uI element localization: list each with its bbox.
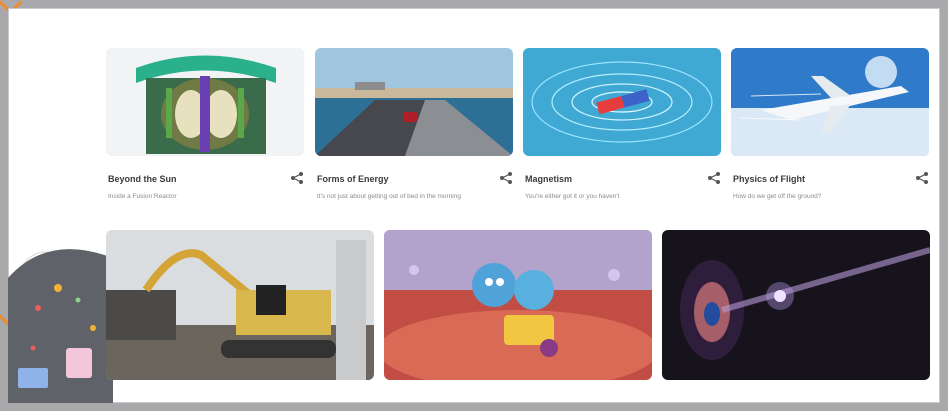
card-title[interactable]: Beyond the Sun bbox=[108, 174, 177, 184]
robot-characters-thumbnail[interactable] bbox=[384, 230, 652, 380]
airplane-thumbnail[interactable] bbox=[731, 48, 929, 156]
road-scene-thumbnail[interactable] bbox=[315, 48, 513, 156]
lesson-card-forms-of-energy[interactable]: Forms of Energy It's not just about gett… bbox=[315, 48, 513, 230]
magnet-field-thumbnail[interactable] bbox=[523, 48, 721, 156]
card-subtitle: How do we get off the ground? bbox=[733, 193, 822, 200]
share-icon[interactable] bbox=[915, 171, 929, 185]
lesson-card-beyond-the-sun[interactable]: Beyond the Sun Inside a Fusion Reactor bbox=[106, 48, 304, 230]
lesson-card-magnetism[interactable]: Magnetism You're either got it or you ha… bbox=[523, 48, 721, 230]
card-title[interactable]: Physics of Flight bbox=[733, 174, 805, 184]
share-icon[interactable] bbox=[290, 171, 304, 185]
black-hole-thumbnail[interactable] bbox=[662, 230, 930, 380]
lesson-gallery: Beyond the Sun Inside a Fusion Reactor F… bbox=[8, 8, 940, 403]
card-title[interactable]: Forms of Energy bbox=[317, 174, 389, 184]
share-icon[interactable] bbox=[499, 171, 513, 185]
fusion-reactor-thumbnail[interactable] bbox=[106, 48, 304, 156]
lesson-card-physics-of-flight[interactable]: Physics of Flight How do we get off the … bbox=[731, 48, 929, 230]
excavator-thumbnail[interactable] bbox=[106, 230, 374, 380]
card-subtitle: Inside a Fusion Reactor bbox=[108, 193, 177, 200]
share-icon[interactable] bbox=[707, 171, 721, 185]
card-subtitle: It's not just about getting out of bed i… bbox=[317, 193, 461, 200]
card-title[interactable]: Magnetism bbox=[525, 174, 572, 184]
card-subtitle: You're either got it or you haven't bbox=[525, 193, 620, 200]
